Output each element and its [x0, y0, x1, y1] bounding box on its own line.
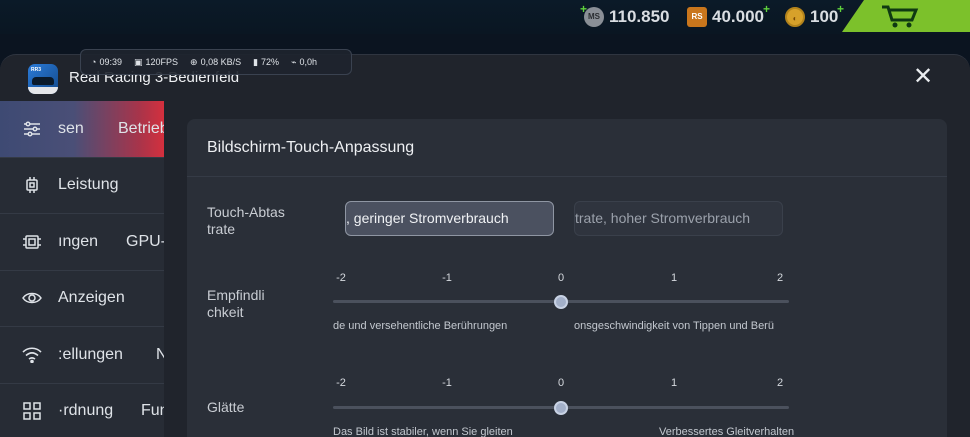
network-stat: ⊕ 0,08 KB/S: [190, 57, 241, 68]
sidebar-item-label: :ellungen: [58, 345, 123, 363]
sidebar-item-label: GPU-: [126, 232, 164, 250]
tick-label: 1: [670, 377, 678, 389]
sidebar-item-network[interactable]: :ellungen N: [0, 327, 164, 384]
sidebar-item-performance[interactable]: Leistung: [0, 158, 164, 214]
ms-value: 110.850: [609, 7, 670, 26]
sensitivity-label: Empfindli chkeit: [207, 287, 265, 320]
network-value: 0,08 KB/S: [200, 57, 242, 67]
battery-value: 72%: [261, 57, 280, 67]
plus-icon[interactable]: +: [837, 2, 844, 16]
sidebar-item-label: Anzeigen: [58, 289, 125, 307]
touch-rate-label: Touch-Abtas trate: [207, 204, 285, 237]
touch-rate-option-low-power[interactable]: , geringer Stromverbrauch: [345, 201, 554, 236]
sidebar-item-label: sen: [58, 119, 84, 137]
sidebar-item-gpu[interactable]: ıngen GPU-: [0, 214, 164, 271]
performance-overlay[interactable]: ◔ 09:39 ▣ 120FPS ⊕ 0,08 KB/S ▮ 72% ⌁ 0,0…: [80, 49, 352, 75]
ms-currency: MS 110.850 +: [580, 2, 670, 28]
gold-coin-icon: ◐: [785, 7, 805, 27]
sensitivity-hint-left: de und versehentliche Berührungen: [333, 320, 508, 332]
power-icon: ⌁: [291, 56, 297, 67]
time-stat: ◔ 09:39: [91, 57, 122, 67]
gpu-chip-icon: [22, 232, 42, 252]
cart-icon: [882, 5, 919, 28]
touch-rate-option-high-power[interactable]: trate, hoher Stromverbrauch: [574, 201, 783, 236]
game-top-bar: MS 110.850 + RS 40.000 + ◐ 100 +: [0, 0, 970, 34]
plus-icon[interactable]: +: [763, 2, 770, 16]
tick-label: 1: [670, 272, 678, 284]
sensitivity-slider[interactable]: [333, 294, 789, 309]
fps-value: 120FPS: [145, 57, 179, 67]
time-value: 09:39: [99, 57, 122, 67]
tick-label: -1: [442, 377, 452, 389]
tick-label: 2: [776, 377, 784, 389]
sidebar-item-label: Leistung: [58, 176, 119, 194]
smoothness-hint-left: Das Bild ist stabiler, wenn Sie gleiten: [333, 426, 513, 437]
sidebar-item-layout[interactable]: ·rdnung Fun: [0, 384, 164, 437]
gold-value: 100: [810, 7, 839, 26]
battery-icon: ▮: [253, 56, 259, 67]
option-text: trate, hoher Stromverbrauch: [575, 210, 751, 226]
sensitivity-ticks: -2 -1 0 1 2: [333, 272, 791, 286]
smoothness-ticks: -2 -1 0 1 2: [333, 377, 791, 391]
clock-icon: ◔: [91, 57, 97, 67]
tick-label: 0: [557, 377, 565, 389]
globe-icon: ⊕: [190, 56, 198, 67]
frame-icon: ▣: [133, 56, 143, 67]
sidebar-item-label: Fun: [141, 402, 164, 420]
smoothness-label: Glätte: [207, 399, 245, 415]
tick-label: -1: [442, 272, 452, 284]
tick-label: 0: [557, 272, 565, 284]
sidebar-item-display[interactable]: Anzeigen: [0, 271, 164, 327]
sensitivity-hint-right: onsgeschwindigkeit von Tippen und Berü: [574, 320, 774, 332]
cpu-icon: [22, 175, 42, 195]
shop-cart-button[interactable]: [842, 0, 970, 32]
power-value: 0,0h: [299, 57, 318, 67]
eye-icon: [22, 288, 42, 308]
sidebar: sen Betrieb Leistung ıngen GPU- Anzeigen…: [0, 101, 164, 437]
option-text: , geringer Stromverbrauch: [346, 210, 509, 226]
app-icon-strip: [28, 87, 58, 94]
sidebar-item-operation[interactable]: sen Betrieb: [0, 101, 164, 158]
smoothness-slider-knob[interactable]: [554, 400, 568, 415]
app-icon-badge: RR3: [31, 67, 42, 73]
battery-stat: ▮ 72%: [253, 57, 279, 68]
tick-label: 2: [776, 272, 784, 284]
touch-adjustment-card: Bildschirm-Touch-Anpassung Touch-Abtas t…: [187, 119, 947, 437]
close-icon[interactable]: ✕: [910, 64, 936, 90]
sensitivity-slider-knob[interactable]: [554, 294, 568, 309]
sidebar-item-label: ıngen: [58, 232, 99, 250]
smoothness-hint-right: Verbessertes Gleitverhalten: [659, 426, 795, 437]
smoothness-slider[interactable]: [333, 400, 789, 415]
sliders-icon: [22, 119, 42, 139]
tick-label: -2: [336, 272, 346, 284]
card-title: Bildschirm-Touch-Anpassung: [187, 119, 947, 177]
sidebar-item-label: Betrieb: [118, 119, 164, 137]
sidebar-item-label: ·rdnung: [58, 402, 114, 420]
rs-coin-icon: RS: [687, 7, 707, 27]
gold-currency: ◐ 100 +: [785, 2, 844, 28]
tick-label: -2: [336, 377, 346, 389]
plus-icon[interactable]: +: [580, 2, 587, 16]
rs-currency: RS 40.000 +: [687, 2, 770, 28]
app-icon: RR3: [28, 64, 58, 94]
wifi-icon: [22, 345, 42, 365]
grid-icon: [22, 401, 42, 421]
sidebar-item-label: N: [156, 346, 164, 364]
power-stat: ⌁ 0,0h: [291, 57, 317, 68]
fps-stat: ▣ 120FPS: [134, 57, 178, 68]
car-silhouette: [32, 77, 54, 85]
rs-value: 40.000: [712, 7, 764, 26]
